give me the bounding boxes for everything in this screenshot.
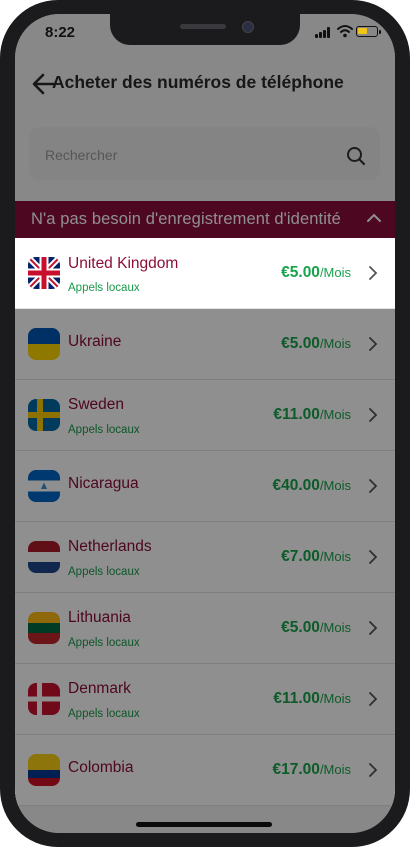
country-name: United Kingdom: [68, 255, 179, 272]
lithuania-flag-icon: [28, 612, 60, 644]
price: €5.00/Mois: [281, 264, 351, 282]
speaker: [180, 24, 226, 29]
country-name: Denmark: [68, 680, 131, 697]
notch: [110, 14, 300, 45]
price: €40.00/Mois: [273, 477, 351, 495]
ukraine-flag-icon: [28, 328, 60, 360]
price-amount: €5.00: [281, 619, 320, 636]
price-unit: /Mois: [319, 691, 351, 706]
price-amount: €5.00: [281, 335, 320, 352]
price: €5.00/Mois: [281, 335, 351, 353]
list-item-denmark[interactable]: Denmark Appels locaux €11.00/Mois: [15, 664, 395, 735]
list-item-netherlands[interactable]: Netherlands Appels locaux €7.00/Mois: [15, 522, 395, 593]
search-box: [29, 127, 380, 180]
app-screen: 8:22 Acheter des numéros de téléphone Re…: [15, 14, 395, 833]
signal-icon: [315, 27, 333, 38]
price: €11.00/Mois: [273, 690, 351, 708]
phone-frame: 8:22 Acheter des numéros de téléphone Re…: [0, 0, 410, 847]
chevron-right-icon[interactable]: [368, 408, 378, 422]
denmark-flag-icon: [28, 683, 60, 715]
price-unit: /Mois: [319, 620, 351, 635]
price-unit: /Mois: [319, 549, 351, 564]
nicaragua-flag-icon: [28, 470, 60, 502]
price-unit: /Mois: [319, 478, 351, 493]
chevron-right-icon[interactable]: [368, 550, 378, 564]
country-name: Ukraine: [68, 333, 122, 350]
price: €11.00/Mois: [273, 406, 351, 424]
wifi-icon: [337, 25, 353, 38]
chevron-right-icon[interactable]: [368, 621, 378, 635]
country-list: United Kingdom Appels locaux €5.00/Mois …: [15, 238, 395, 806]
country-subtitle: Appels locaux: [68, 282, 140, 294]
country-name: Sweden: [68, 396, 125, 413]
status-time: 8:22: [45, 24, 76, 41]
price-unit: /Mois: [319, 762, 351, 777]
chevron-right-icon[interactable]: [368, 266, 378, 280]
chevron-right-icon[interactable]: [368, 692, 378, 706]
price: €7.00/Mois: [281, 548, 351, 566]
sweden-flag-icon: [28, 399, 60, 431]
chevron-right-icon[interactable]: [368, 337, 378, 351]
section-header[interactable]: N'a pas besoin d'enregistrement d'identi…: [15, 201, 395, 238]
chevron-up-icon[interactable]: [367, 213, 381, 222]
list-item-united-kingdom[interactable]: United Kingdom Appels locaux €5.00/Mois: [15, 238, 395, 309]
price-amount: €7.00: [281, 548, 320, 565]
search-input[interactable]: [43, 141, 337, 169]
price-amount: €11.00: [273, 406, 320, 423]
search-icon[interactable]: [346, 146, 366, 166]
netherlands-flag-icon: [28, 541, 60, 573]
price-amount: €5.00: [281, 264, 320, 281]
price-amount: €11.00: [273, 690, 320, 707]
country-name: Netherlands: [68, 538, 152, 555]
section-title: N'a pas besoin d'enregistrement d'identi…: [31, 210, 341, 228]
price-unit: /Mois: [319, 336, 351, 351]
price-amount: €17.00: [272, 761, 320, 778]
chevron-right-icon[interactable]: [368, 479, 378, 493]
list-item-sweden[interactable]: Sweden Appels locaux €11.00/Mois: [15, 380, 395, 451]
country-subtitle: Appels locaux: [68, 637, 140, 649]
country-subtitle: Appels locaux: [68, 566, 140, 578]
list-item-ukraine[interactable]: Ukraine €5.00/Mois: [15, 309, 395, 380]
page-title: Acheter des numéros de téléphone: [52, 72, 344, 92]
price-amount: €40.00: [272, 477, 320, 494]
battery-icon: [356, 26, 381, 37]
price: €5.00/Mois: [281, 619, 351, 637]
chevron-right-icon[interactable]: [368, 763, 378, 777]
price-unit: /Mois: [319, 265, 351, 280]
colombia-flag-icon: [28, 754, 60, 786]
header: Acheter des numéros de téléphone: [15, 50, 395, 120]
home-indicator[interactable]: [136, 822, 272, 827]
country-name: Colombia: [68, 759, 134, 776]
camera: [242, 21, 254, 33]
price: €17.00/Mois: [273, 761, 351, 779]
country-subtitle: Appels locaux: [68, 708, 140, 720]
country-name: Nicaragua: [68, 475, 139, 492]
list-item-lithuania[interactable]: Lithuania Appels locaux €5.00/Mois: [15, 593, 395, 664]
country-name: Lithuania: [68, 609, 131, 626]
list-item-nicaragua[interactable]: Nicaragua €40.00/Mois: [15, 451, 395, 522]
country-subtitle: Appels locaux: [68, 424, 140, 436]
list-item-colombia[interactable]: Colombia €17.00/Mois: [15, 735, 395, 806]
uk-flag-icon: [28, 257, 60, 289]
price-unit: /Mois: [319, 407, 351, 422]
